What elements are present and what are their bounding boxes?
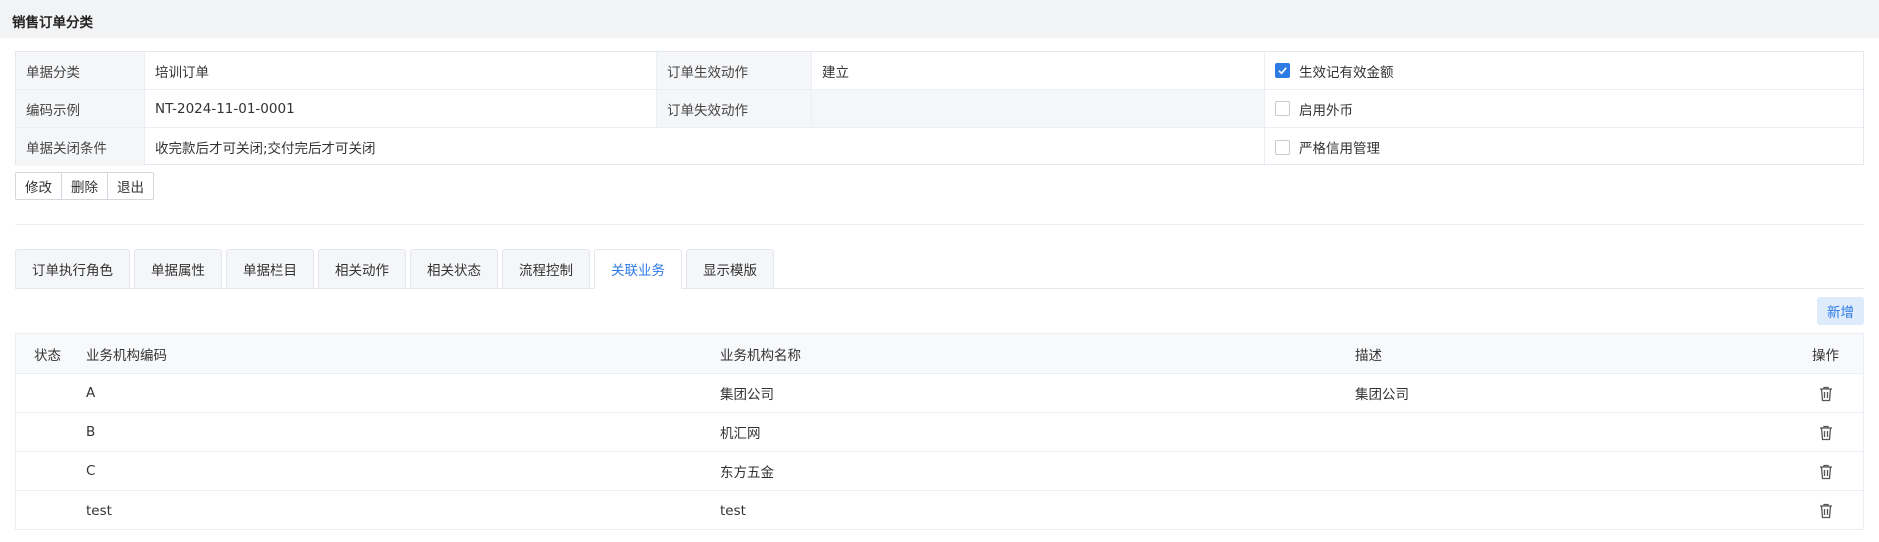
row-delete-button[interactable] xyxy=(1817,413,1835,451)
add-button[interactable]: 新增 xyxy=(1817,297,1864,325)
row-name: 东方五金 xyxy=(720,465,774,481)
tab-related-actions[interactable]: 相关动作 xyxy=(318,249,406,289)
effective-amount-checkbox[interactable] xyxy=(1275,63,1290,78)
row-code: A xyxy=(86,385,96,401)
trash-icon[interactable] xyxy=(1817,384,1835,402)
strict-credit-option[interactable]: 严格信用管理 xyxy=(1264,128,1865,166)
detail-tabs: 订单执行角色 单据属性 单据栏目 相关动作 相关状态 流程控制 关联业务 显示模… xyxy=(15,249,778,289)
column-header-description: 描述 xyxy=(1355,347,1382,364)
tab-related-business[interactable]: 关联业务 xyxy=(594,249,682,289)
business-org-table: 状态 业务机构编码 业务机构名称 描述 操作 A 集团公司 集团公司 B 机汇网… xyxy=(15,333,1864,530)
row-description: 集团公司 xyxy=(1355,387,1409,403)
exit-button[interactable]: 退出 xyxy=(107,172,154,200)
foreign-currency-label: 启用外币 xyxy=(1299,102,1353,119)
doc-category-label: 单据分类 xyxy=(16,52,144,89)
page-header: 销售订单分类 xyxy=(0,0,1879,38)
effective-amount-option[interactable]: 生效记有效金额 xyxy=(1264,52,1865,89)
page-title: 销售订单分类 xyxy=(12,15,93,31)
table-header: 状态 业务机构编码 业务机构名称 描述 操作 xyxy=(16,334,1863,374)
row-name: 集团公司 xyxy=(720,387,774,403)
row-code: C xyxy=(86,463,96,479)
tab-display-template[interactable]: 显示模版 xyxy=(686,249,774,289)
tab-document-columns[interactable]: 单据栏目 xyxy=(226,249,314,289)
close-condition-value: 收完款后才可关闭;交付完后才可关闭 xyxy=(144,128,1264,166)
row-delete-button[interactable] xyxy=(1817,374,1835,412)
column-header-name: 业务机构名称 xyxy=(720,347,801,364)
tab-process-control[interactable]: 流程控制 xyxy=(502,249,590,289)
strict-credit-label: 严格信用管理 xyxy=(1299,141,1380,157)
tab-related-status[interactable]: 相关状态 xyxy=(410,249,498,289)
tab-document-attributes[interactable]: 单据属性 xyxy=(134,249,222,289)
effective-action-label: 订单生效动作 xyxy=(656,52,811,89)
table-row[interactable]: B 机汇网 xyxy=(16,413,1863,452)
info-row: 编码示例 NT-2024-11-01-0001 订单失效动作 启用外币 xyxy=(16,90,1863,128)
effective-action-value: 建立 xyxy=(811,52,1264,89)
info-row: 单据关闭条件 收完款后才可关闭;交付完后才可关闭 严格信用管理 xyxy=(16,128,1863,166)
section-divider xyxy=(15,224,1864,225)
trash-icon[interactable] xyxy=(1817,502,1835,520)
row-name: 机汇网 xyxy=(720,426,761,442)
row-code: test xyxy=(86,502,112,519)
order-category-info: 单据分类 培训订单 订单生效动作 建立 生效记有效金额 编码示例 NT-2024… xyxy=(15,51,1864,166)
strict-credit-checkbox[interactable] xyxy=(1275,139,1290,155)
tab-execution-roles[interactable]: 订单执行角色 xyxy=(15,249,130,289)
code-example-value: NT-2024-11-01-0001 xyxy=(144,90,656,127)
column-header-operation: 操作 xyxy=(1812,347,1839,364)
effective-amount-label: 生效记有效金额 xyxy=(1299,64,1394,81)
foreign-currency-option[interactable]: 启用外币 xyxy=(1264,90,1865,127)
code-example-label: 编码示例 xyxy=(16,90,144,127)
row-code: B xyxy=(86,424,96,440)
doc-category-value: 培训订单 xyxy=(144,52,656,89)
invalid-action-label: 订单失效动作 xyxy=(656,90,811,127)
check-icon xyxy=(1278,67,1287,75)
delete-button[interactable]: 删除 xyxy=(61,172,108,200)
trash-icon[interactable] xyxy=(1817,462,1835,480)
table-row[interactable]: C 东方五金 xyxy=(16,452,1863,491)
row-delete-button[interactable] xyxy=(1817,452,1835,490)
info-row: 单据分类 培训订单 订单生效动作 建立 生效记有效金额 xyxy=(16,52,1863,90)
row-name: test xyxy=(720,502,746,519)
row-delete-button[interactable] xyxy=(1817,491,1835,530)
trash-icon[interactable] xyxy=(1817,423,1835,441)
foreign-currency-checkbox[interactable] xyxy=(1275,101,1290,116)
table-row[interactable]: test test xyxy=(16,491,1863,530)
column-header-status: 状态 xyxy=(34,347,61,364)
invalid-action-value xyxy=(811,90,1264,127)
close-condition-label: 单据关闭条件 xyxy=(16,128,144,166)
edit-button[interactable]: 修改 xyxy=(15,172,62,200)
action-button-group: 修改 删除 退出 xyxy=(15,172,154,200)
column-header-code: 业务机构编码 xyxy=(86,347,167,364)
table-row[interactable]: A 集团公司 集团公司 xyxy=(16,374,1863,413)
